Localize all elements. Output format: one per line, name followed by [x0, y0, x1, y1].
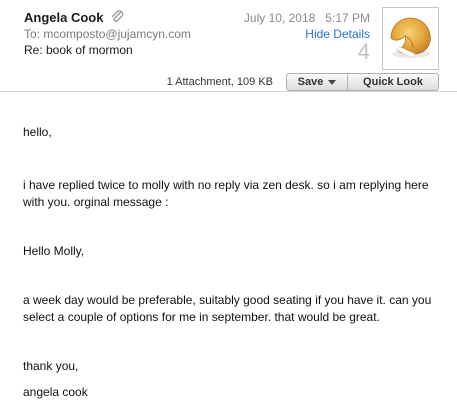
- fortune-cookie-avatar: [382, 7, 439, 70]
- quick-look-button[interactable]: Quick Look: [347, 73, 439, 91]
- body-greeting: hello,: [23, 125, 52, 139]
- body-paragraph: i have replied twice to molly with no re…: [23, 178, 429, 209]
- save-attachment-button[interactable]: Save: [286, 73, 348, 91]
- recipient-address[interactable]: mcomposto@jujamcyn.com: [43, 27, 191, 41]
- paperclip-icon: [111, 10, 124, 22]
- attachment-bar: 1 Attachment, 109 KB Save Quick Look: [0, 73, 457, 91]
- to-label: To:: [24, 27, 41, 41]
- quick-look-label: Quick Look: [363, 76, 423, 88]
- message-header: Angela Cook To: mcomposto@jujamcyn.com R…: [0, 0, 457, 98]
- attachment-info: 1 Attachment, 109 KB: [166, 76, 273, 88]
- chevron-down-icon: [328, 79, 337, 85]
- quoted-greeting: Hello Molly,: [23, 244, 85, 258]
- signature: angela cook: [23, 385, 88, 399]
- fortune-cookie-icon: [390, 17, 431, 59]
- subject-line: Re: book of mormon: [24, 43, 133, 57]
- quoted-paragraph: a week day would be preferable, suitably…: [23, 293, 432, 324]
- message-date: July 10, 2018 5:17 PM: [243, 11, 370, 25]
- closing-line: thank you,: [23, 359, 79, 373]
- save-label: Save: [297, 76, 324, 88]
- message-count: 4: [357, 39, 370, 64]
- recipient-row: To: mcomposto@jujamcyn.com: [24, 27, 191, 41]
- sender-name[interactable]: Angela Cook: [24, 10, 103, 25]
- header-divider: [0, 91, 457, 92]
